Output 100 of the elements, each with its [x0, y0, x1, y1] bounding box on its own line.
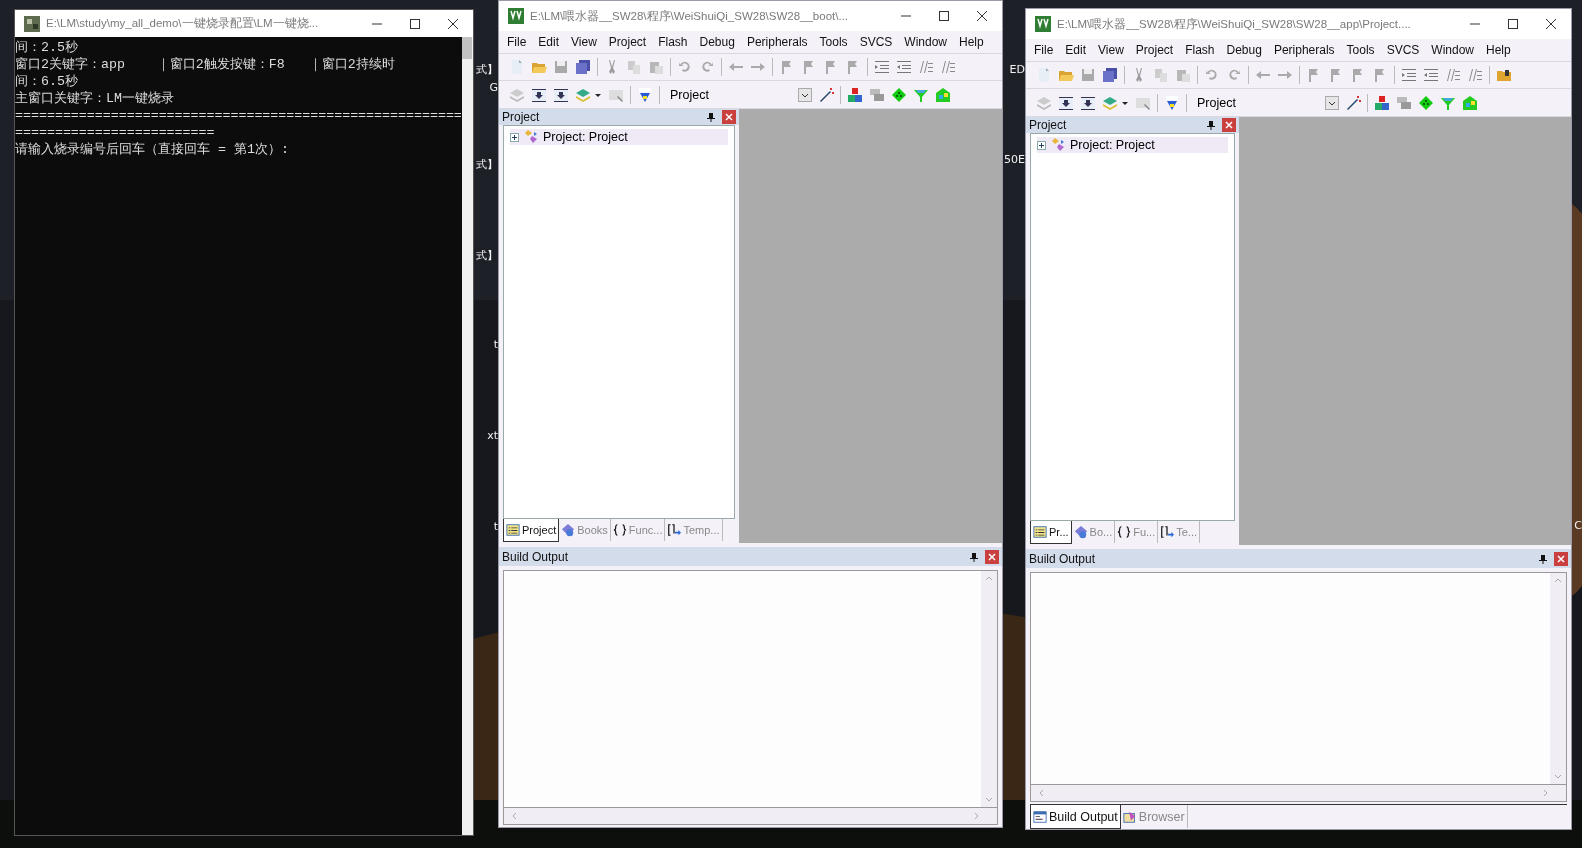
desktop-icon-label[interactable]: 式】 [476, 62, 498, 78]
menu-item[interactable]: SVCS [853, 35, 899, 49]
save-icon[interactable] [1080, 67, 1096, 83]
scrollbar[interactable] [461, 37, 473, 835]
download-icon[interactable] [1058, 94, 1074, 111]
blocks-icon[interactable] [847, 86, 863, 103]
menu-item[interactable]: View [1092, 43, 1130, 57]
desktop-icon-label[interactable]: xt [487, 428, 498, 444]
redo-icon[interactable] [1226, 67, 1242, 83]
menu-item[interactable]: Peripherals [1267, 43, 1341, 57]
comment-icon[interactable] [940, 59, 956, 75]
menu-item[interactable]: File [1028, 43, 1060, 57]
comment-icon[interactable] [1467, 67, 1483, 83]
desktop-icon-label[interactable]: ED [1009, 62, 1025, 78]
app-icon [1035, 16, 1051, 32]
paste-icon[interactable] [648, 59, 664, 75]
menu-item[interactable]: Tools [1340, 43, 1381, 57]
load-icon[interactable] [1164, 94, 1180, 111]
menu-item[interactable]: Window [1425, 43, 1480, 57]
menu-item[interactable]: Peripherals [740, 35, 814, 49]
close-icon[interactable] [1545, 18, 1557, 30]
undo-icon[interactable] [677, 59, 693, 75]
pin-icon[interactable] [1538, 553, 1548, 564]
windows-icon[interactable] [869, 86, 885, 103]
windows-icon[interactable] [1396, 94, 1412, 111]
download-icon[interactable] [531, 86, 547, 103]
panel-tab[interactable]: Project [503, 519, 560, 542]
close-icon[interactable] [447, 17, 459, 30]
menu-item[interactable]: Project [1129, 43, 1180, 57]
diamond-icon[interactable] [1418, 94, 1434, 111]
panel-tab[interactable]: Build Output [1030, 805, 1121, 829]
copy-icon[interactable] [1153, 67, 1169, 83]
menu-item[interactable]: Window [898, 35, 953, 49]
save-icon[interactable] [553, 59, 569, 75]
desktop-icon-label[interactable]: 50E [1004, 152, 1025, 168]
desktop-icon-label[interactable]: 式】 [476, 248, 498, 264]
new-file-icon[interactable] [509, 59, 525, 75]
target-dropdown[interactable]: Project [1193, 92, 1339, 113]
stack-icon[interactable] [509, 86, 525, 103]
download-icon[interactable] [553, 86, 569, 103]
maximize-icon[interactable] [1507, 18, 1519, 30]
expand-icon[interactable] [510, 132, 519, 142]
menu-item[interactable]: Help [1480, 43, 1517, 57]
comment-icon[interactable] [918, 59, 934, 75]
expand-icon[interactable] [1037, 140, 1046, 150]
menu-item[interactable]: Help [953, 35, 990, 49]
panel-title: Build Output [1029, 551, 1097, 566]
menu-item[interactable]: Edit [532, 35, 566, 49]
comment-icon[interactable] [1445, 67, 1461, 83]
wand-icon[interactable] [1345, 94, 1361, 111]
target-dropdown[interactable]: Project [666, 84, 812, 105]
maximize-icon[interactable] [938, 10, 950, 22]
tree-view-icon [506, 523, 520, 537]
redo-icon[interactable] [699, 59, 715, 75]
maximize-icon[interactable] [409, 17, 421, 30]
menu-item[interactable]: Flash [1179, 43, 1221, 57]
menu-item[interactable]: Flash [652, 35, 694, 49]
menu-item[interactable]: Project [602, 35, 653, 49]
paste-icon[interactable] [1175, 67, 1191, 83]
pin-icon[interactable] [706, 112, 716, 122]
pin-icon[interactable] [1206, 120, 1216, 130]
pin-icon[interactable] [969, 551, 979, 562]
menu-item[interactable]: Debug [693, 35, 741, 49]
output-window-icon [1033, 809, 1047, 824]
scrollbar[interactable] [981, 571, 997, 807]
menu-item[interactable]: Edit [1059, 43, 1093, 57]
wand-icon[interactable] [818, 86, 834, 103]
indent-icon[interactable] [1401, 67, 1417, 83]
copy-icon[interactable] [626, 59, 642, 75]
download-icon[interactable] [1080, 94, 1096, 111]
load-icon[interactable] [637, 86, 653, 103]
stack-icon[interactable] [1036, 94, 1052, 111]
scroll-thumb[interactable] [462, 37, 473, 59]
close-icon[interactable] [976, 10, 988, 22]
scrollbar[interactable] [503, 808, 998, 825]
panel-title: Build Output [502, 549, 570, 564]
diamond-icon[interactable] [891, 86, 907, 103]
menu-item[interactable]: File [501, 35, 533, 49]
desktop-icon-label[interactable]: G [489, 80, 498, 96]
save-all-icon[interactable] [1102, 67, 1118, 83]
panel-tab[interactable]: Pr... [1030, 521, 1072, 544]
panel-title: Project [1029, 118, 1068, 132]
scrollbar[interactable] [1550, 573, 1566, 784]
outdent-icon[interactable] [896, 59, 912, 75]
menu-item[interactable]: SVCS [1380, 43, 1426, 57]
find-folder-icon[interactable] [1496, 67, 1512, 83]
desktop-icon-label[interactable]: t [493, 519, 498, 535]
menu-item[interactable]: Debug [1220, 43, 1268, 57]
outdent-icon[interactable] [1423, 67, 1439, 83]
desktop-icon-label[interactable]: C [1574, 518, 1582, 534]
desktop-icon-label[interactable]: t [493, 337, 498, 353]
undo-icon[interactable] [1204, 67, 1220, 83]
blocks-icon[interactable] [1374, 94, 1390, 111]
indent-icon[interactable] [874, 59, 890, 75]
scrollbar[interactable] [1030, 785, 1567, 802]
desktop-icon-label[interactable]: 式】 [476, 157, 498, 173]
menu-item[interactable]: Tools [813, 35, 854, 49]
menu-item[interactable]: View [565, 35, 603, 49]
new-file-icon[interactable] [1036, 67, 1052, 83]
save-all-icon[interactable] [575, 59, 591, 75]
